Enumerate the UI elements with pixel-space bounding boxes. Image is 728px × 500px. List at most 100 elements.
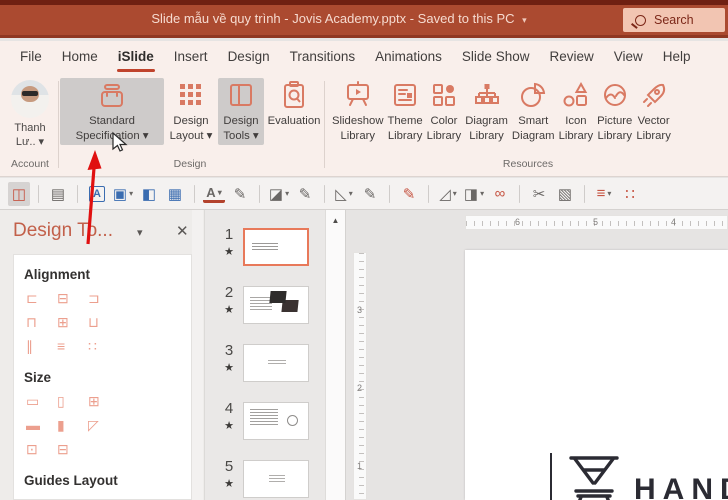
replace-picture-icon[interactable]: ▦ xyxy=(164,182,186,206)
same-height-icon[interactable]: ▯ xyxy=(57,389,88,413)
smart-diagram-button[interactable]: Smart Diagram xyxy=(510,78,557,145)
theme-color-picker-icon[interactable]: ✎ xyxy=(398,182,420,206)
format-angle-icon[interactable]: ◿ xyxy=(437,182,459,206)
font-color-picker-icon[interactable]: ✎ xyxy=(229,182,251,206)
slide-thumbnail-panel: 1 ★ 2 ★ 3 ★ 4 ★ 5 ★ xyxy=(205,210,325,500)
color-library-button[interactable]: Color Library xyxy=(425,78,464,145)
ruler-number: 6 xyxy=(515,217,521,227)
search-box[interactable]: Search xyxy=(623,8,725,32)
merge-shapes-icon[interactable]: ◧ xyxy=(138,182,160,206)
ribbon-tab[interactable]: Insert xyxy=(164,42,218,73)
divider[interactable] xyxy=(38,184,39,203)
standard-specification-icon xyxy=(101,84,123,107)
align-top-icon[interactable]: ⊓ xyxy=(26,310,57,334)
stretch-height-icon[interactable]: ▮ xyxy=(57,413,88,437)
user-avatar[interactable] xyxy=(11,80,49,118)
thumbnail-scrollbar[interactable]: ▲ xyxy=(325,210,346,500)
theme-library-button[interactable]: Theme Library xyxy=(386,78,425,145)
crop-icon[interactable]: ✂ xyxy=(528,182,550,206)
evaluation-button[interactable]: Evaluation xyxy=(266,78,322,131)
autosave-caret-icon[interactable]: ▾ xyxy=(522,15,527,25)
ribbon-tab[interactable]: Design xyxy=(218,42,280,73)
divider[interactable] xyxy=(584,184,585,203)
pane-options-caret-icon[interactable]: ▾ xyxy=(137,226,143,239)
align-right-icon[interactable]: ⊐ xyxy=(88,286,119,310)
divider[interactable] xyxy=(389,184,390,203)
adapt-height-icon[interactable]: ⊟ xyxy=(57,437,88,461)
slide-export-icon[interactable]: ▤ xyxy=(47,182,69,206)
distribute-horizontal-icon[interactable]: ∥ xyxy=(26,334,57,358)
slideshow-library-button[interactable]: Slideshow Library xyxy=(330,78,386,145)
divider[interactable] xyxy=(324,184,325,203)
pane-scrollbar[interactable] xyxy=(192,210,203,500)
account-name-line2[interactable]: Lư.. ▾ xyxy=(2,135,58,149)
ribbon-tab[interactable]: View xyxy=(604,42,653,73)
ribbon-tab[interactable]: File xyxy=(10,42,52,73)
account-name-line1[interactable]: Thanh xyxy=(2,121,58,135)
ruler-number: 5 xyxy=(593,217,599,227)
icon-library-button[interactable]: Icon Library xyxy=(557,78,596,145)
slide-thumbnail[interactable] xyxy=(243,460,309,498)
ruler-number: 3 xyxy=(357,305,363,315)
align-middle-icon[interactable]: ⊞ xyxy=(57,310,88,334)
diagram-library-button[interactable]: Diagram Library xyxy=(463,78,510,145)
adapt-width-icon[interactable]: ⊡ xyxy=(26,437,57,461)
design-layout-button[interactable]: Design Layout ▾ xyxy=(166,78,216,145)
outline-color-icon[interactable]: ◺ xyxy=(333,182,355,206)
scale-icon[interactable]: ◸ xyxy=(88,413,119,437)
ribbon-tab[interactable]: Home xyxy=(52,42,108,73)
scroll-up-icon[interactable]: ▲ xyxy=(326,216,345,225)
align-left-icon[interactable]: ⊏ xyxy=(26,286,57,310)
compress-picture-icon[interactable]: ▧ xyxy=(554,182,576,206)
ribbon-tab[interactable]: Animations xyxy=(365,42,452,73)
application-window: Slide mẫu về quy trình - Jovis Academy.p… xyxy=(0,0,728,500)
ribbon-tab[interactable]: Help xyxy=(653,42,701,73)
same-width-icon[interactable]: ▭ xyxy=(26,389,57,413)
stretch-width-icon[interactable]: ▬ xyxy=(26,413,57,437)
design-tools-button[interactable]: Design Tools ▾ xyxy=(218,78,264,145)
ribbon-tab[interactable]: Review xyxy=(539,42,603,73)
ribbon-tab[interactable]: iSlide xyxy=(108,42,164,73)
slide-thumbnail[interactable] xyxy=(243,344,309,382)
divider[interactable] xyxy=(194,184,195,203)
divider[interactable] xyxy=(519,184,520,203)
group-separator xyxy=(324,81,325,168)
theme-library-icon xyxy=(394,84,417,106)
grid-icon[interactable]: ∷ xyxy=(619,182,641,206)
textbox-icon[interactable]: A xyxy=(89,185,105,202)
fill-color-icon[interactable]: ◪ xyxy=(268,182,290,206)
divider[interactable] xyxy=(77,184,78,203)
ribbon-tab[interactable]: Slide Show xyxy=(452,42,540,73)
design-tools-card: Alignment ⊏ ⊟ ⊐ ⊓ ⊞ ⊔ ∥ ≡ ∷ Size ▭ ▯ ⊞ ▬… xyxy=(13,254,192,500)
align-bottom-icon[interactable]: ⊔ xyxy=(88,310,119,334)
divider[interactable] xyxy=(428,184,429,203)
link-shapes-icon[interactable]: ∞ xyxy=(489,182,511,206)
slide-thumbnail[interactable] xyxy=(243,402,309,440)
align-center-icon[interactable]: ⊟ xyxy=(57,286,88,310)
insert-shape-icon[interactable]: ▣ xyxy=(112,182,134,206)
fill-color-picker-icon[interactable]: ✎ xyxy=(294,182,316,206)
picture-library-button[interactable]: Picture Library xyxy=(595,78,634,145)
arrange-icon[interactable]: ∷ xyxy=(88,334,119,358)
vector-library-button[interactable]: Vector Library xyxy=(634,78,673,145)
slide-canvas[interactable]: HANDI xyxy=(465,250,728,500)
ruler-number: 4 xyxy=(671,217,677,227)
copy-format-icon[interactable]: ◨ xyxy=(463,182,485,206)
search-label: Search xyxy=(654,13,694,27)
slide-thumbnail-row: 1 ★ xyxy=(205,226,325,274)
distribute-vertical-icon[interactable]: ≡ xyxy=(57,334,88,358)
islide-design-tools-icon[interactable]: ◫ xyxy=(8,181,30,206)
same-size-icon[interactable]: ⊞ xyxy=(88,389,119,413)
ribbon-group-resources: Slideshow Library Theme Library Color Li… xyxy=(330,78,726,172)
outline-picker-icon[interactable]: ✎ xyxy=(359,182,381,206)
standard-specification-button[interactable]: Standard Specification ▾ xyxy=(60,78,164,145)
slide-thumbnail[interactable] xyxy=(243,228,309,266)
ribbon-tab[interactable]: Transitions xyxy=(280,42,366,73)
ribbon-group-design: Standard Specification ▾ Design Layout ▾ xyxy=(60,78,320,172)
slide-workspace: 6 5 4 3 2 1 HAN xyxy=(347,210,728,500)
divider[interactable] xyxy=(259,184,260,203)
islide-stack-icon[interactable]: ≡ xyxy=(593,182,615,206)
pane-close-icon[interactable]: ✕ xyxy=(176,222,189,240)
slide-thumbnail[interactable] xyxy=(243,286,309,324)
font-color-icon[interactable]: A xyxy=(203,184,225,203)
